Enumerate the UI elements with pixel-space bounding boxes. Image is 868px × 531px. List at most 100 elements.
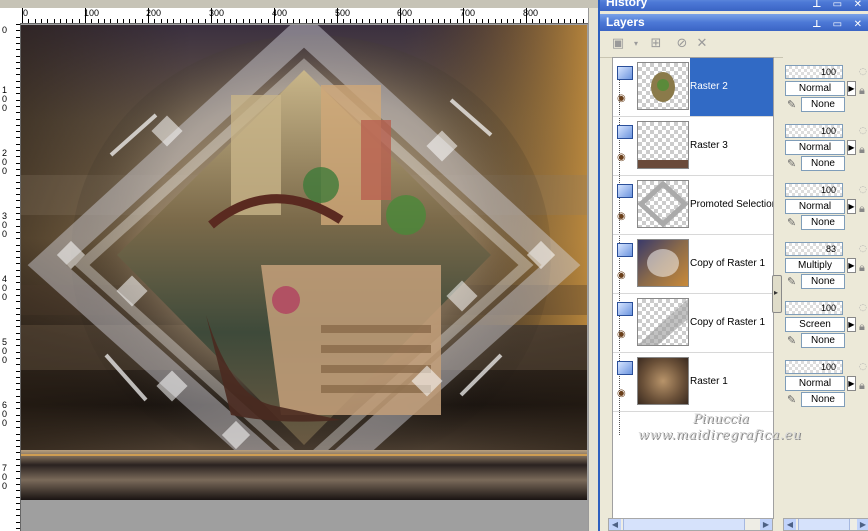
link-icon[interactable]: ◌ xyxy=(859,67,868,77)
link-icon[interactable]: ◌ xyxy=(859,303,868,313)
layer-row[interactable]: ◉ Copy of Raster 1 xyxy=(613,235,773,294)
opacity-slider[interactable]: 100 xyxy=(785,183,843,197)
layer-row[interactable]: ◉ Raster 3 xyxy=(613,117,773,176)
eye-icon[interactable]: ◉ xyxy=(617,389,631,399)
ruler-tick xyxy=(425,19,427,23)
properties-horizontal-scrollbar[interactable]: ◀ ▶ xyxy=(783,518,868,531)
lock-icon[interactable]: 🔒︎ xyxy=(859,262,868,274)
eye-icon[interactable]: ◉ xyxy=(617,212,631,222)
scrollbar-thumb[interactable] xyxy=(623,519,745,530)
chevron-right-icon[interactable]: ▶ xyxy=(847,81,856,96)
lock-icon[interactable]: 🔒︎ xyxy=(859,144,868,156)
layer-name[interactable]: Copy of Raster 1 xyxy=(690,294,773,352)
delete-layer-icon[interactable]: ✕ xyxy=(692,35,712,53)
blend-mode-dropdown[interactable]: Normal xyxy=(785,376,845,391)
ruler-tick xyxy=(16,307,20,309)
layer-row[interactable]: ◉ Promoted Selection xyxy=(613,176,773,235)
opacity-slider[interactable]: 100 xyxy=(785,65,843,79)
layer-name[interactable]: Raster 3 xyxy=(690,117,773,175)
new-layer-icon[interactable]: ▣ xyxy=(608,35,628,53)
lock-icon[interactable]: 🔒︎ xyxy=(859,321,868,333)
layer-properties-row: 100 ◌ Normal ▶ 🔒︎ ✎ None xyxy=(783,57,868,115)
blend-mode-dropdown[interactable]: Normal xyxy=(785,140,845,155)
titlebar-buttons[interactable]: ⊥ ▭ ✕ xyxy=(812,16,866,33)
chevron-right-icon[interactable]: ▶ xyxy=(857,519,868,530)
chevron-left-icon[interactable]: ◀ xyxy=(609,519,621,530)
layers-panel-titlebar[interactable]: Layers ⊥ ▭ ✕ xyxy=(600,14,868,31)
panel-splitter[interactable]: ▸ xyxy=(772,275,782,313)
eye-icon[interactable]: ◉ xyxy=(617,153,631,163)
new-mask-icon[interactable]: ⊞ xyxy=(646,35,666,53)
ruler-tick xyxy=(16,55,20,57)
palette-panels: History ⊥ ▭ ✕ Layers ⊥ ▭ ✕ ▣ ▾ ⊞ ⊘ ✕ ◉ R… xyxy=(598,0,868,531)
mask-field[interactable]: None xyxy=(801,156,845,171)
ruler-tick xyxy=(355,19,357,23)
layers-list[interactable]: ◉ Raster 2 ◉ Raster 3 ◉ Promoted Selecti… xyxy=(612,57,774,519)
image-workspace[interactable]: 0 100 200 300 400 500 600 700 800 0 100 … xyxy=(0,0,599,531)
ruler-tick xyxy=(16,24,20,25)
layers-horizontal-scrollbar[interactable]: ◀ ▶ xyxy=(608,518,773,531)
layer-row[interactable]: ◉ Raster 1 xyxy=(613,353,773,412)
chevron-right-icon[interactable]: ▶ xyxy=(847,376,856,391)
layer-row[interactable]: ◉ Copy of Raster 1 xyxy=(613,294,773,353)
mask-field[interactable]: None xyxy=(801,97,845,112)
lock-icon[interactable]: 🔒︎ xyxy=(859,203,868,215)
watermark-author: Pinuccia xyxy=(693,412,750,427)
scrollbar-thumb[interactable] xyxy=(798,519,850,530)
lock-icon[interactable]: 🔒︎ xyxy=(859,85,868,97)
image-canvas[interactable] xyxy=(21,25,587,500)
blend-mode-dropdown[interactable]: Screen xyxy=(785,317,845,332)
rename-layer-icon[interactable]: ⊘ xyxy=(672,35,692,53)
link-icon[interactable]: ◌ xyxy=(859,362,868,372)
eye-icon[interactable]: ◉ xyxy=(617,271,631,281)
titlebar-buttons[interactable]: ⊥ ▭ ✕ xyxy=(812,0,866,13)
ruler-tick xyxy=(305,19,307,23)
history-panel-titlebar[interactable]: History ⊥ ▭ ✕ xyxy=(600,0,868,11)
opacity-slider[interactable]: 100 xyxy=(785,301,843,315)
eye-icon[interactable]: ◉ xyxy=(617,330,631,340)
blend-mode-dropdown[interactable]: Multiply xyxy=(785,258,845,273)
chevron-right-icon[interactable]: ▶ xyxy=(847,317,856,332)
ruler-tick xyxy=(16,263,20,265)
chevron-right-icon[interactable]: ▶ xyxy=(847,140,856,155)
ruler-tick xyxy=(28,19,30,23)
eye-icon[interactable]: ◉ xyxy=(617,94,631,104)
ruler-tick xyxy=(135,19,137,23)
chevron-right-icon[interactable]: ▶ xyxy=(847,199,856,214)
link-icon[interactable]: ◌ xyxy=(859,244,868,254)
ruler-tick xyxy=(261,19,263,23)
ruler-tick xyxy=(343,19,345,23)
blend-mode-dropdown[interactable]: Normal xyxy=(785,81,845,96)
chevron-left-icon[interactable]: ◀ xyxy=(784,519,796,530)
chevron-right-icon[interactable]: ▶ xyxy=(847,258,856,273)
layer-name[interactable]: Raster 2 xyxy=(690,58,773,116)
layer-row[interactable]: ◉ Raster 2 xyxy=(613,58,773,117)
mask-field[interactable]: None xyxy=(801,215,845,230)
link-icon[interactable]: ◌ xyxy=(859,126,868,136)
mask-field[interactable]: None xyxy=(801,392,845,407)
ruler-tick xyxy=(16,206,20,208)
chevron-down-icon[interactable]: ▾ xyxy=(626,35,646,53)
layer-icon xyxy=(617,361,633,375)
opacity-slider[interactable]: 100 xyxy=(785,360,843,374)
ruler-tick xyxy=(418,19,420,23)
ruler-tick xyxy=(16,231,20,233)
blend-mode-dropdown[interactable]: Normal xyxy=(785,199,845,214)
opacity-slider[interactable]: 83 xyxy=(785,242,843,256)
layer-name[interactable]: Copy of Raster 1 xyxy=(690,235,773,293)
ruler-tick xyxy=(16,156,20,158)
ruler-tick xyxy=(248,19,250,23)
lock-icon[interactable]: 🔒︎ xyxy=(859,380,868,392)
layer-name[interactable]: Promoted Selection xyxy=(690,176,773,234)
mask-brush-icon: ✎ xyxy=(787,275,797,288)
mask-field[interactable]: None xyxy=(801,333,845,348)
ruler-tick xyxy=(16,370,20,372)
ruler-tick xyxy=(16,294,20,296)
link-icon[interactable]: ◌ xyxy=(859,185,868,195)
layer-name[interactable]: Raster 1 xyxy=(690,353,773,411)
opacity-slider[interactable]: 100 xyxy=(785,124,843,138)
ruler-tick xyxy=(400,8,401,23)
chevron-right-icon[interactable]: ▶ xyxy=(760,519,772,530)
ruler-tick xyxy=(16,496,20,498)
mask-field[interactable]: None xyxy=(801,274,845,289)
